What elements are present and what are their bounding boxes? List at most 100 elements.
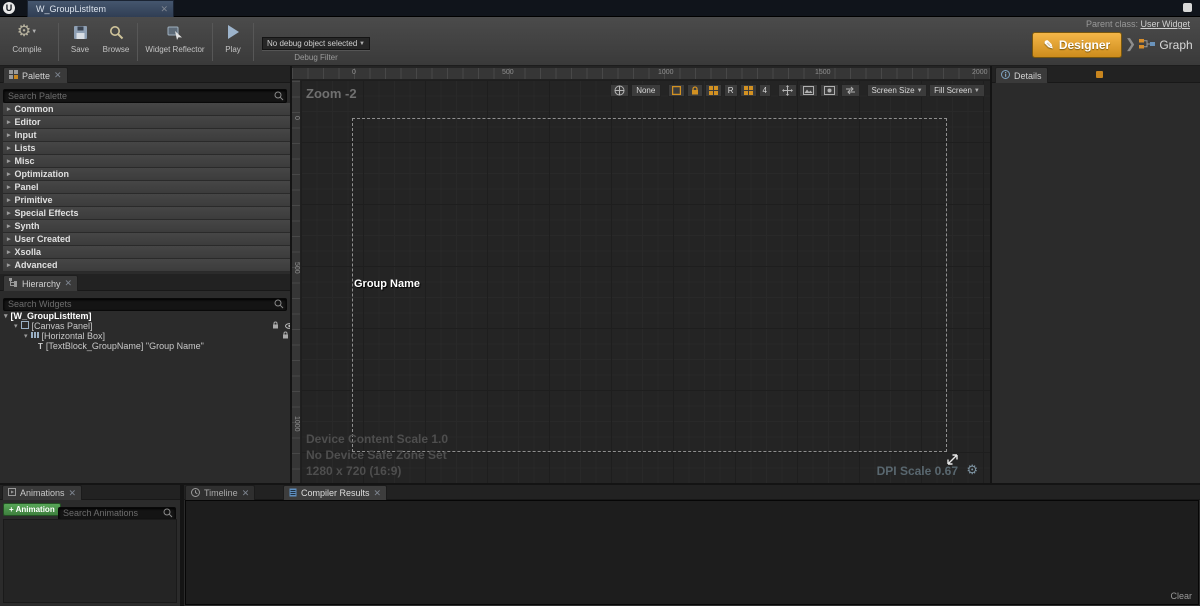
animation-icon — [8, 488, 16, 498]
textblock-icon: T — [38, 342, 43, 351]
resolution-label: 1280 x 720 (16:9) — [306, 464, 401, 478]
zoom-level-label: Zoom -2 — [306, 86, 357, 101]
dpi-scale-label: DPI Scale 0.67 — [877, 464, 958, 478]
outline-toggle[interactable] — [668, 84, 685, 97]
tab-compiler-results[interactable]: Compiler Results ✕ — [283, 485, 387, 500]
browse-button[interactable]: Browse — [98, 22, 134, 62]
tab-palette[interactable]: Palette ✕ — [3, 67, 68, 83]
play-button[interactable]: Play — [217, 22, 249, 62]
chevron-down-icon[interactable]: ▾ — [14, 322, 18, 330]
details-header-strip: Details — [992, 66, 1200, 83]
close-icon[interactable]: ✕ — [374, 489, 382, 498]
parent-class-info: Parent class: User Widget — [1086, 19, 1190, 29]
palette-category-input[interactable]: ▸Input — [3, 129, 291, 142]
none-anchor-dropdown[interactable]: None — [631, 84, 661, 97]
palette-search-input[interactable] — [3, 89, 287, 103]
palette-category-advanced[interactable]: ▸Advanced — [3, 259, 291, 272]
toolbar-separator — [212, 23, 213, 61]
flip-button[interactable] — [841, 84, 860, 97]
fill-screen-dropdown[interactable]: Fill Screen ▼ — [929, 84, 985, 97]
chevron-right-icon: ▸ — [7, 261, 11, 269]
rotation-button[interactable]: R — [724, 84, 738, 97]
tab-timeline[interactable]: Timeline ✕ — [185, 485, 255, 500]
screen-size-dropdown[interactable]: Screen Size ▼ — [867, 84, 927, 97]
save-button[interactable]: Save — [63, 22, 97, 62]
tab-details[interactable]: Details — [995, 67, 1048, 83]
widget-bounds-outline[interactable] — [352, 118, 947, 452]
chevron-right-icon: ▸ — [7, 235, 11, 243]
compiler-results-panel: Timeline ✕ Compiler Results ✕ Clear — [184, 485, 1200, 606]
palette-header-strip: Palette ✕ — [0, 66, 290, 83]
grid-toggle[interactable] — [740, 84, 757, 97]
designer-mode-button[interactable]: ✎ Designer — [1032, 32, 1122, 58]
debug-filter-label: Debug Filter — [262, 53, 370, 62]
viewport-toolbar: None R 4 Screen Size ▼ Fill Screen ▼ — [610, 84, 985, 97]
close-icon[interactable]: ✕ — [69, 489, 77, 498]
hierarchy-item-canvas-panel[interactable]: ▾ [Canvas Panel] — [0, 321, 304, 331]
chevron-down-icon[interactable]: ▾ — [24, 332, 28, 340]
graph-mode-button[interactable]: Graph — [1138, 32, 1194, 58]
compile-button[interactable]: ⚙ ▼ Compile — [6, 22, 48, 62]
main-toolbar: Parent class: User Widget ⚙ ▼ Compile Sa… — [0, 17, 1200, 66]
animations-search-input[interactable] — [58, 507, 176, 520]
safe-zone-label: No Device Safe Zone Set — [306, 448, 447, 462]
palette-category-primitive[interactable]: ▸Primitive — [3, 194, 291, 207]
close-icon[interactable]: ✕ — [242, 489, 250, 498]
screenshot-button[interactable] — [820, 84, 839, 97]
animations-panel: Animations ✕ + Animation — [0, 485, 180, 606]
grid-snap-toggle[interactable] — [705, 84, 722, 97]
compiler-results-output[interactable] — [185, 500, 1199, 605]
timeline-icon — [191, 488, 200, 499]
chevron-right-icon: ▸ — [7, 170, 11, 178]
palette-category-optimization[interactable]: ▸Optimization — [3, 168, 291, 181]
palette-category-panel[interactable]: ▸Panel — [3, 181, 291, 194]
palette-category-lists[interactable]: ▸Lists — [3, 142, 291, 155]
palette-category-xsolla[interactable]: ▸Xsolla — [3, 246, 291, 259]
hierarchy-item-root[interactable]: ▾ [W_GroupListItem] — [0, 311, 294, 321]
preview-image-button[interactable] — [799, 84, 818, 97]
palette-category-editor[interactable]: ▸Editor — [3, 116, 291, 129]
lock-toggle[interactable] — [687, 84, 703, 97]
palette-category-synth[interactable]: ▸Synth — [3, 220, 291, 233]
lock-icon[interactable] — [282, 331, 289, 341]
widget-reflector-button[interactable]: Widget Reflector — [141, 22, 209, 62]
palette-category-user-created[interactable]: ▸User Created — [3, 233, 291, 246]
chevron-down-icon[interactable]: ▾ — [4, 312, 8, 320]
tab-animations[interactable]: Animations ✕ — [2, 485, 82, 500]
close-icon[interactable]: ✕ — [54, 71, 62, 80]
viewport-settings-gear-icon[interactable]: ⚙ — [966, 463, 978, 476]
chevron-right-icon: ❯ — [1125, 36, 1136, 52]
move-widget-button[interactable] — [778, 84, 797, 97]
chevron-down-icon[interactable]: ▼ — [31, 29, 37, 35]
close-icon[interactable]: ✕ — [160, 5, 168, 14]
chevron-right-icon: ▸ — [7, 183, 11, 191]
parent-class-value[interactable]: User Widget — [1140, 19, 1190, 29]
palette-icon — [9, 70, 18, 81]
palette-category-misc[interactable]: ▸Misc — [3, 155, 291, 168]
asset-tab[interactable]: W_GroupListItem ✕ — [27, 0, 174, 17]
info-icon — [1001, 70, 1010, 81]
add-animation-button[interactable]: + Animation — [3, 503, 61, 516]
unreal-logo-icon: U — [3, 2, 15, 14]
hierarchy-item-horizontal-box[interactable]: ▾ [Horizontal Box] — [0, 331, 314, 341]
tab-hierarchy[interactable]: Hierarchy ✕ — [3, 275, 78, 291]
group-name-textblock[interactable]: Group Name — [354, 278, 420, 290]
lock-icon[interactable] — [272, 321, 279, 331]
chevron-right-icon: ▸ — [7, 209, 11, 217]
compile-gear-icon: ⚙ — [17, 24, 31, 40]
animations-list[interactable] — [3, 519, 177, 603]
grid-size-button[interactable]: 4 — [759, 84, 771, 97]
hierarchy-search-input[interactable] — [3, 298, 287, 311]
clear-button[interactable]: Clear — [1170, 591, 1192, 601]
palette-category-common[interactable]: ▸Common — [3, 103, 291, 116]
close-icon[interactable]: ✕ — [65, 279, 73, 288]
toolbar-separator — [253, 23, 254, 61]
pin-icon[interactable] — [1096, 71, 1103, 78]
anchor-button[interactable] — [610, 84, 629, 97]
designer-viewport[interactable]: 0 500 1000 1500 2000 0 500 1000 Zoom -2 … — [292, 66, 990, 485]
asset-tab-strip: U W_GroupListItem ✕ — [0, 0, 1200, 17]
palette-category-special-effects[interactable]: ▸Special Effects — [3, 207, 291, 220]
hierarchy-item-textblock[interactable]: T [TextBlock_GroupName] "Group Name" — [0, 341, 328, 351]
debug-object-dropdown[interactable]: No debug object selected ▼ — [262, 37, 370, 50]
chevron-right-icon: ▸ — [7, 157, 11, 165]
